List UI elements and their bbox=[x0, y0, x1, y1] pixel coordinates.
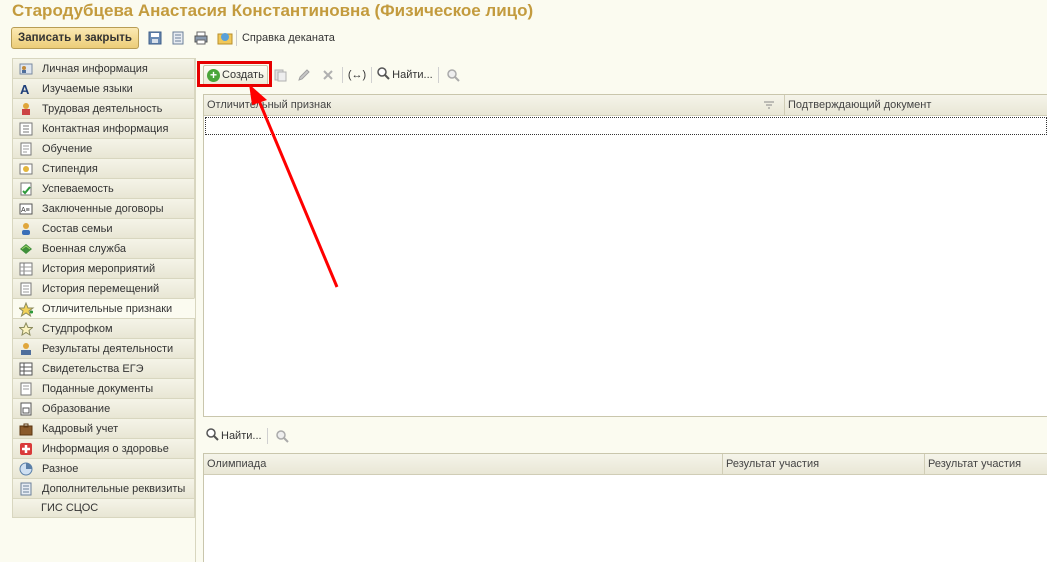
annotation-arrow bbox=[249, 84, 339, 288]
